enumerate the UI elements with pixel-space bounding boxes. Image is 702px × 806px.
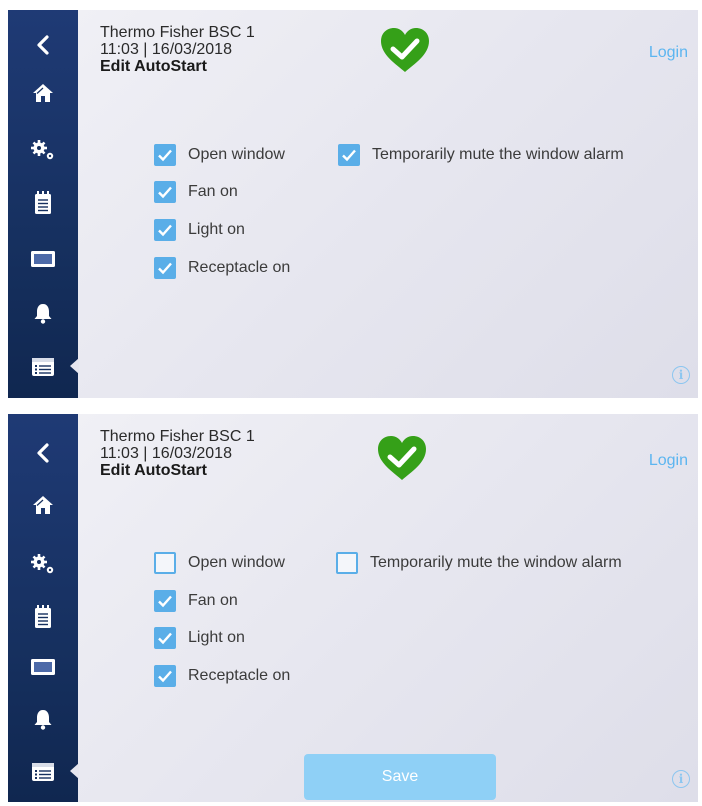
mute-window-alarm-checkbox[interactable] [338, 144, 360, 166]
autostart-screen-before: Thermo Fisher BSC 1 11:03 | 16/03/2018 E… [8, 10, 698, 398]
option-mute-window-alarm[interactable]: Temporarily mute the window alarm [338, 144, 624, 166]
bell-icon [34, 710, 52, 730]
settings-button[interactable] [8, 541, 78, 587]
home-icon [33, 496, 53, 514]
page-title: Edit AutoStart [100, 462, 207, 479]
checkmark-icon [158, 632, 172, 645]
checkmark-icon [158, 262, 172, 275]
receptacle-on-checkbox[interactable] [154, 257, 176, 279]
option-mute-window-alarm[interactable]: Temporarily mute the window alarm [336, 552, 622, 574]
save-button[interactable]: Save [304, 754, 496, 800]
fan-on-checkbox[interactable] [154, 590, 176, 612]
schedule-calendar-icon [32, 358, 54, 376]
display-button[interactable] [8, 644, 78, 690]
open-window-checkbox[interactable] [154, 552, 176, 574]
autostart-schedule-button[interactable] [8, 343, 79, 389]
back-chevron-icon [37, 35, 49, 55]
notepad-icon [35, 191, 51, 214]
checkmark-icon [342, 149, 356, 162]
open-window-label: Open window [188, 146, 285, 163]
mute-window-alarm-checkbox[interactable] [336, 552, 358, 574]
sidebar [8, 10, 79, 398]
option-light-on[interactable]: Light on [154, 219, 245, 241]
open-window-checkbox[interactable] [154, 144, 176, 166]
light-on-checkbox[interactable] [154, 219, 176, 241]
display-icon [31, 659, 55, 675]
notes-button[interactable] [8, 180, 78, 226]
home-icon [33, 84, 53, 102]
date-time: 11:03 | 16/03/2018 [100, 445, 232, 462]
option-open-window[interactable]: Open window [154, 144, 285, 166]
device-name: Thermo Fisher BSC 1 [100, 428, 255, 445]
open-window-label: Open window [188, 554, 285, 571]
settings-gears-icon [31, 554, 54, 574]
login-link[interactable]: Login [649, 452, 688, 470]
sidebar [8, 414, 79, 802]
option-light-on[interactable]: Light on [154, 627, 245, 649]
heart-check-icon [381, 28, 429, 72]
option-fan-on[interactable]: Fan on [154, 181, 238, 203]
date-time: 11:03 | 16/03/2018 [100, 41, 232, 58]
light-on-label: Light on [188, 629, 245, 646]
display-button[interactable] [8, 236, 78, 282]
checkmark-icon [158, 670, 172, 683]
fan-on-checkbox[interactable] [154, 181, 176, 203]
notes-button[interactable] [8, 594, 78, 640]
receptacle-on-label: Receptacle on [188, 259, 291, 276]
light-on-checkbox[interactable] [154, 627, 176, 649]
heart-check-icon [378, 436, 426, 480]
schedule-calendar-icon [32, 763, 54, 781]
display-icon [31, 251, 55, 267]
header-info: Thermo Fisher BSC 1 11:03 | 16/03/2018 E… [100, 428, 255, 479]
mute-window-alarm-label: Temporarily mute the window alarm [370, 554, 622, 571]
bell-icon [34, 304, 52, 324]
back-button[interactable] [8, 22, 78, 68]
fan-on-label: Fan on [188, 592, 238, 609]
settings-gears-icon [31, 140, 54, 160]
notepad-icon [35, 605, 51, 628]
checkmark-icon [158, 595, 172, 608]
checkmark-icon [158, 186, 172, 199]
checkmark-icon [158, 224, 172, 237]
option-fan-on[interactable]: Fan on [154, 590, 238, 612]
home-button[interactable] [8, 482, 78, 528]
page-title: Edit AutoStart [100, 58, 207, 75]
receptacle-on-label: Receptacle on [188, 667, 291, 684]
device-name: Thermo Fisher BSC 1 [100, 24, 255, 41]
alarm-button[interactable] [8, 290, 78, 336]
info-button[interactable]: i [672, 770, 690, 788]
light-on-label: Light on [188, 221, 245, 238]
option-receptacle-on[interactable]: Receptacle on [154, 665, 290, 687]
back-button[interactable] [8, 430, 78, 476]
mute-window-alarm-label: Temporarily mute the window alarm [372, 146, 624, 163]
back-chevron-icon [37, 443, 49, 463]
receptacle-on-checkbox[interactable] [154, 665, 176, 687]
info-button[interactable]: i [672, 366, 690, 384]
settings-button[interactable] [8, 127, 78, 173]
fan-on-label: Fan on [188, 183, 238, 200]
header-info: Thermo Fisher BSC 1 11:03 | 16/03/2018 E… [100, 24, 255, 75]
checkmark-icon [158, 149, 172, 162]
autostart-schedule-button[interactable] [8, 748, 79, 794]
autostart-screen-after: Thermo Fisher BSC 1 11:03 | 16/03/2018 E… [8, 414, 698, 802]
option-receptacle-on[interactable]: Receptacle on [154, 257, 290, 279]
option-open-window[interactable]: Open window [154, 552, 285, 574]
login-link[interactable]: Login [649, 44, 688, 62]
alarm-button[interactable] [8, 696, 78, 742]
home-button[interactable] [8, 70, 78, 116]
